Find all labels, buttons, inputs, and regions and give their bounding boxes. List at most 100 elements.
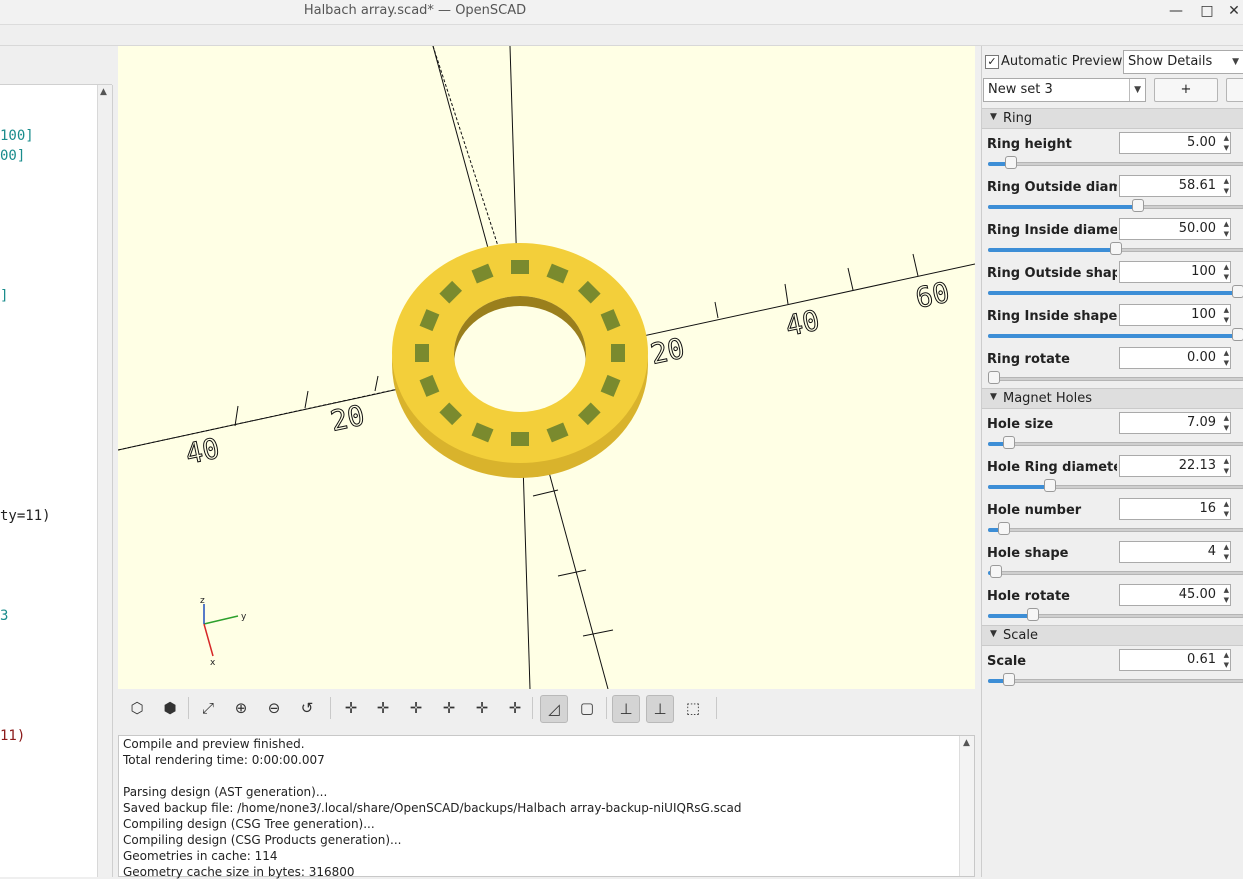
collapse-triangle-icon: ▼: [990, 392, 997, 402]
magnet-hole: [611, 344, 625, 362]
toolbar-separator: [532, 697, 533, 719]
spin-arrows-icon[interactable]: ▲ ▼: [1224, 133, 1229, 153]
scroll-up-icon[interactable]: ▲: [963, 738, 970, 748]
param-slider-handle[interactable]: [1110, 242, 1122, 255]
preset-select[interactable]: New set 3 ▼: [983, 78, 1146, 102]
param-slider-track[interactable]: [988, 162, 1243, 166]
param-slider-track[interactable]: [988, 571, 1243, 575]
param-spinbox[interactable]: 0.00 ▲ ▼: [1119, 347, 1231, 369]
param-slider-handle[interactable]: [1232, 328, 1243, 341]
chevron-down-icon: ▼: [1129, 79, 1141, 101]
view-right-button[interactable]: ✛: [338, 695, 364, 721]
svg-text:20: 20: [328, 399, 368, 438]
param-label: Hole rotate: [987, 589, 1070, 604]
param-label: Ring rotate: [987, 352, 1070, 367]
view-back-button[interactable]: ✛: [403, 695, 429, 721]
param-slider-track[interactable]: [988, 679, 1243, 683]
view-bottom-button[interactable]: ✛: [502, 695, 528, 721]
view-toolbar: ⬡ ⬢ ⤢ ⊕ ⊖ ↺ ✛ ✛ ✛ ✛ ✛ ✛ ◿ ▢ ⊥ ⊥ ⬚: [118, 690, 975, 728]
automatic-preview-checkbox[interactable]: ✓: [985, 55, 999, 69]
param-spinbox[interactable]: 22.13 ▲ ▼: [1119, 455, 1231, 477]
param-slider-track[interactable]: [988, 442, 1243, 446]
param-spinbox[interactable]: 5.00 ▲ ▼: [1119, 132, 1231, 154]
show-edges-button[interactable]: ⬚: [680, 695, 706, 721]
view-front-button[interactable]: ✛: [436, 695, 462, 721]
svg-text:20: 20: [648, 332, 688, 371]
param-value: 7.09: [1187, 415, 1216, 430]
param-spinbox[interactable]: 100 ▲ ▼: [1119, 261, 1231, 283]
param-slider-handle[interactable]: [990, 565, 1003, 578]
param-slider-handle[interactable]: [997, 522, 1010, 535]
view-left-button[interactable]: ✛: [370, 695, 396, 721]
console-line: Compiling design (CSG Tree generation)..…: [123, 817, 375, 831]
param-slider-handle[interactable]: [1005, 156, 1018, 169]
toolbar-separator: [716, 697, 717, 719]
3d-viewport[interactable]: 40 20 20 40 60 y z x: [118, 46, 975, 689]
zoom-in-button[interactable]: ⊕: [228, 695, 254, 721]
details-select[interactable]: Show Details ▼: [1123, 50, 1243, 74]
console-line: Parsing design (AST generation)...: [123, 785, 328, 799]
param-slider-track[interactable]: [988, 528, 1243, 532]
spin-arrows-icon[interactable]: ▲ ▼: [1224, 650, 1229, 670]
add-preset-button[interactable]: +: [1154, 78, 1218, 102]
show-axes-button[interactable]: ⊥: [612, 695, 640, 723]
param-spinbox[interactable]: 58.61 ▲ ▼: [1119, 175, 1231, 197]
param-slider-handle[interactable]: [1044, 479, 1057, 492]
spin-arrows-icon[interactable]: ▲ ▼: [1224, 542, 1229, 562]
group-header-magnet-holes[interactable]: ▼ Magnet Holes: [982, 388, 1243, 409]
param-spinbox[interactable]: 16 ▲ ▼: [1119, 498, 1231, 520]
remove-preset-button[interactable]: -: [1226, 78, 1243, 102]
param-value: 100: [1191, 264, 1216, 279]
view-all-button[interactable]: ⤢: [195, 695, 221, 721]
close-button[interactable]: ✕: [1224, 2, 1243, 20]
param-label: Ring Outside diameter: [987, 180, 1117, 195]
param-slider-track[interactable]: [988, 377, 1243, 381]
show-scale-markers-button[interactable]: ⊥: [646, 695, 674, 723]
spin-arrows-icon[interactable]: ▲ ▼: [1224, 305, 1229, 325]
svg-text:40: 40: [183, 432, 223, 471]
param-label: Hole Ring diameter: [987, 460, 1117, 475]
param-spinbox[interactable]: 0.61 ▲ ▼: [1119, 649, 1231, 671]
maximize-button[interactable]: □: [1197, 2, 1217, 20]
group-header-scale[interactable]: ▼ Scale: [982, 625, 1243, 646]
param-slider-handle[interactable]: [1002, 436, 1015, 449]
render-button[interactable]: ⬢: [157, 695, 183, 721]
spin-arrows-icon[interactable]: ▲ ▼: [1224, 499, 1229, 519]
reset-view-button[interactable]: ↺: [294, 695, 320, 721]
param-slider-handle[interactable]: [1002, 673, 1015, 686]
group-header-ring[interactable]: ▼ Ring: [982, 108, 1243, 129]
console-panel[interactable]: ▲ Compile and preview finished. Total ren…: [118, 735, 975, 879]
svg-text:40: 40: [783, 304, 823, 343]
minimize-button[interactable]: —: [1166, 2, 1186, 20]
param-slider-handle[interactable]: [988, 371, 1000, 384]
spin-arrows-icon[interactable]: ▲ ▼: [1224, 262, 1229, 282]
param-slider-handle[interactable]: [1232, 285, 1243, 298]
param-spinbox[interactable]: 50.00 ▲ ▼: [1119, 218, 1231, 240]
orthogonal-button[interactable]: ▢: [574, 695, 600, 721]
param-slider-handle[interactable]: [1027, 608, 1040, 621]
param-spinbox[interactable]: 4 ▲ ▼: [1119, 541, 1231, 563]
param-value: 5.00: [1187, 135, 1216, 150]
menu-bar: [0, 25, 1243, 46]
spin-arrows-icon[interactable]: ▲ ▼: [1224, 176, 1229, 196]
scroll-up-icon[interactable]: ▲: [100, 87, 107, 97]
spin-arrows-icon[interactable]: ▲ ▼: [1224, 348, 1229, 368]
spin-arrows-icon[interactable]: ▲ ▼: [1224, 585, 1229, 605]
param-spinbox[interactable]: 45.00 ▲ ▼: [1119, 584, 1231, 606]
spin-arrows-icon[interactable]: ▲ ▼: [1224, 413, 1229, 433]
param-spinbox[interactable]: 100 ▲ ▼: [1119, 304, 1231, 326]
code-line: ]: [0, 288, 9, 304]
code-line: 00]: [0, 148, 26, 164]
param-spinbox[interactable]: 7.09 ▲ ▼: [1119, 412, 1231, 434]
console-scrollbar[interactable]: ▲: [959, 736, 974, 876]
preview-button[interactable]: ⬡: [124, 695, 150, 721]
spin-arrows-icon[interactable]: ▲ ▼: [1224, 219, 1229, 239]
editor-toolbar: [0, 46, 112, 85]
editor-scrollbar[interactable]: ▲: [97, 85, 112, 877]
spin-arrows-icon[interactable]: ▲ ▼: [1224, 456, 1229, 476]
zoom-out-button[interactable]: ⊖: [261, 695, 287, 721]
view-top-button[interactable]: ✛: [469, 695, 495, 721]
halbach-ring: [392, 243, 648, 478]
param-slider-handle[interactable]: [1131, 199, 1144, 212]
perspective-button[interactable]: ◿: [540, 695, 568, 723]
